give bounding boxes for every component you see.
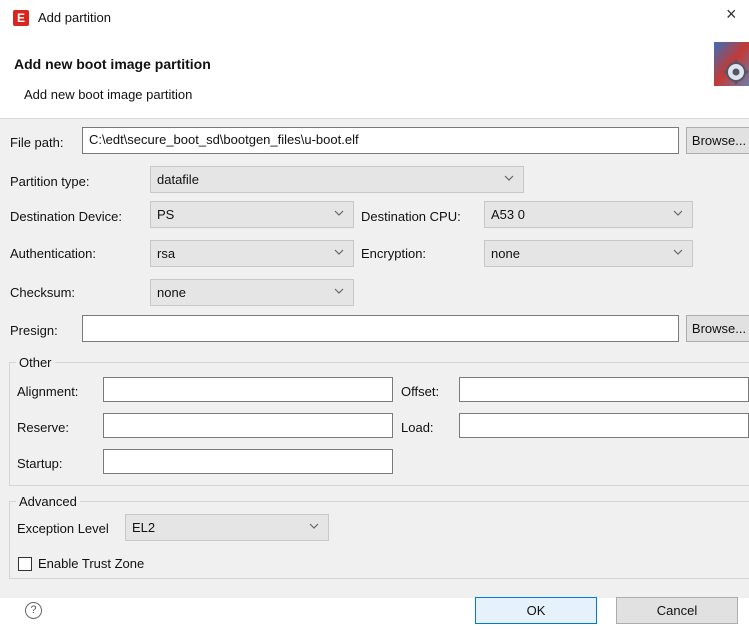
- chevron-down-icon: [673, 249, 683, 255]
- destination-cpu-select[interactable]: A53 0: [484, 201, 693, 228]
- chevron-down-icon: [673, 210, 683, 216]
- startup-label: Startup:: [17, 456, 63, 471]
- chevron-down-icon: [334, 249, 344, 255]
- destination-device-value: PS: [157, 207, 175, 222]
- exception-level-select[interactable]: EL2: [125, 514, 329, 541]
- file-path-input[interactable]: C:\edt\secure_boot_sd\bootgen_files\u-bo…: [82, 127, 679, 154]
- checksum-label: Checksum:: [10, 285, 76, 300]
- destination-device-select[interactable]: PS: [150, 201, 354, 228]
- load-label: Load:: [401, 420, 434, 435]
- window-title: Add partition: [38, 10, 111, 25]
- chevron-down-icon: [309, 523, 319, 529]
- settings-gear-icon: [714, 42, 749, 86]
- file-path-browse-button[interactable]: Browse...: [686, 127, 749, 154]
- chevron-down-icon: [504, 175, 514, 181]
- app-logo-icon: E: [13, 10, 29, 26]
- partition-type-select[interactable]: datafile: [150, 166, 524, 193]
- presign-input[interactable]: [82, 315, 679, 342]
- reserve-input[interactable]: [103, 413, 393, 438]
- startup-input[interactable]: [103, 449, 393, 474]
- exception-level-label: Exception Level: [17, 521, 109, 536]
- checksum-select[interactable]: none: [150, 279, 354, 306]
- authentication-select[interactable]: rsa: [150, 240, 354, 267]
- presign-browse-button[interactable]: Browse...: [686, 315, 749, 342]
- exception-level-value: EL2: [132, 520, 156, 535]
- trust-zone-label: Enable Trust Zone: [38, 556, 145, 571]
- destination-cpu-value: A53 0: [491, 207, 525, 222]
- offset-input[interactable]: [459, 377, 749, 402]
- alignment-input[interactable]: [103, 377, 393, 402]
- encryption-value: none: [491, 246, 520, 261]
- checksum-value: none: [157, 285, 186, 300]
- header-title: Add new boot image partition: [14, 56, 211, 72]
- reserve-label: Reserve:: [17, 420, 70, 435]
- partition-type-value: datafile: [157, 172, 199, 187]
- trust-zone-checkbox[interactable]: [18, 557, 32, 571]
- offset-label: Offset:: [401, 384, 440, 399]
- title-bar: E Add partition ×: [0, 0, 749, 36]
- ok-button[interactable]: OK: [475, 597, 597, 624]
- header-subtitle: Add new boot image partition: [24, 87, 193, 102]
- destination-device-label: Destination Device:: [10, 209, 122, 224]
- help-icon[interactable]: ?: [25, 602, 42, 619]
- alignment-label: Alignment:: [17, 384, 79, 399]
- other-group-title: Other: [16, 355, 55, 370]
- load-input[interactable]: [459, 413, 749, 438]
- chevron-down-icon: [334, 288, 344, 294]
- presign-label: Presign:: [10, 323, 58, 338]
- file-path-label: File path:: [10, 135, 64, 150]
- close-icon[interactable]: ×: [726, 4, 737, 25]
- partition-type-label: Partition type:: [10, 174, 90, 189]
- encryption-label: Encryption:: [361, 246, 427, 261]
- cancel-button[interactable]: Cancel: [616, 597, 738, 624]
- header-separator: [0, 118, 749, 119]
- authentication-label: Authentication:: [10, 246, 97, 261]
- advanced-group-title: Advanced: [16, 494, 80, 509]
- dialog-header: Add new boot image partition Add new boo…: [0, 36, 749, 118]
- authentication-value: rsa: [157, 246, 176, 261]
- destination-cpu-label: Destination CPU:: [361, 209, 461, 224]
- chevron-down-icon: [334, 210, 344, 216]
- encryption-select[interactable]: none: [484, 240, 693, 267]
